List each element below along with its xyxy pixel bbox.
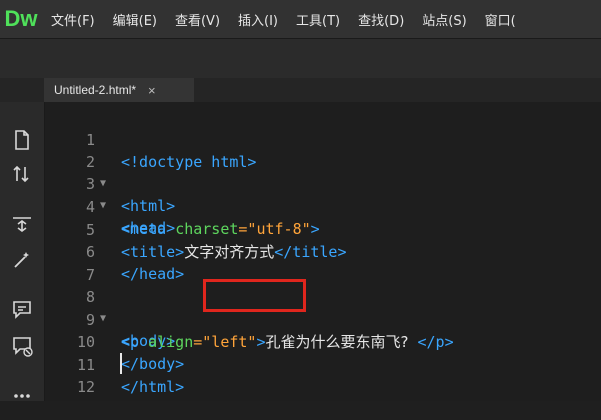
menu-window[interactable]: 窗口( [476,10,525,29]
menu-insert[interactable]: 插入(I) [229,10,287,29]
menu-bar: Dw 文件(F) 编辑(E) 查看(V) 插入(I) 工具(T) 查找(D) 站… [0,0,601,38]
line-number: 12 [76,378,95,396]
highlight-annotation-box [203,279,306,312]
code-line: 1 <!doctype html> [45,107,601,171]
menu-edit[interactable]: 编辑(E) [104,10,166,29]
menu-find[interactable]: 查找(D) [349,10,413,29]
more-icon[interactable] [10,384,34,408]
code-line: 5 <title>文字对齐方式</title> [45,197,601,261]
code-line: 12 [45,354,601,396]
code-line: 6 </head> [45,219,601,283]
document-tab-bar: Untitled-2.html* × [0,78,601,102]
left-tool-panel [0,102,45,401]
sort-arrows-icon[interactable] [10,162,34,186]
code-text: </html> [121,378,185,396]
menu-view[interactable]: 查看(V) [166,10,229,29]
code-line: 9 <p align="left">孔雀为什么要东南飞? </p> [45,287,601,351]
text-cursor [120,353,122,374]
code-line: 2 ▼ <html> [45,129,601,215]
app-logo: Dw [4,6,38,31]
expand-icon[interactable] [10,212,34,236]
menu-file[interactable]: 文件(F) [42,10,104,29]
comment-icon[interactable] [10,298,34,322]
code-line: 8 ▼ <body> [45,264,601,350]
toolbar [0,38,601,79]
code-line: 4 <meta charset="utf-8"> [45,174,601,238]
code-line: 3 ▼ <head> [45,151,601,237]
code-line: 7 [45,242,601,284]
document-tab[interactable]: Untitled-2.html* × [44,78,194,102]
menu-tools[interactable]: 工具(T) [287,10,349,29]
code-line: 10 </body> [45,309,601,373]
wand-icon[interactable] [10,248,34,272]
close-icon[interactable]: × [148,83,156,98]
code-line: 11 </html> [45,332,601,396]
code-editor[interactable]: 1 <!doctype html> 2 ▼ <html> 3 ▼ <head> … [45,102,601,401]
comment-remove-icon[interactable] [10,334,34,358]
document-tab-label: Untitled-2.html* [54,83,137,97]
document-icon[interactable] [10,128,34,152]
menu-site[interactable]: 站点(S) [413,10,475,29]
